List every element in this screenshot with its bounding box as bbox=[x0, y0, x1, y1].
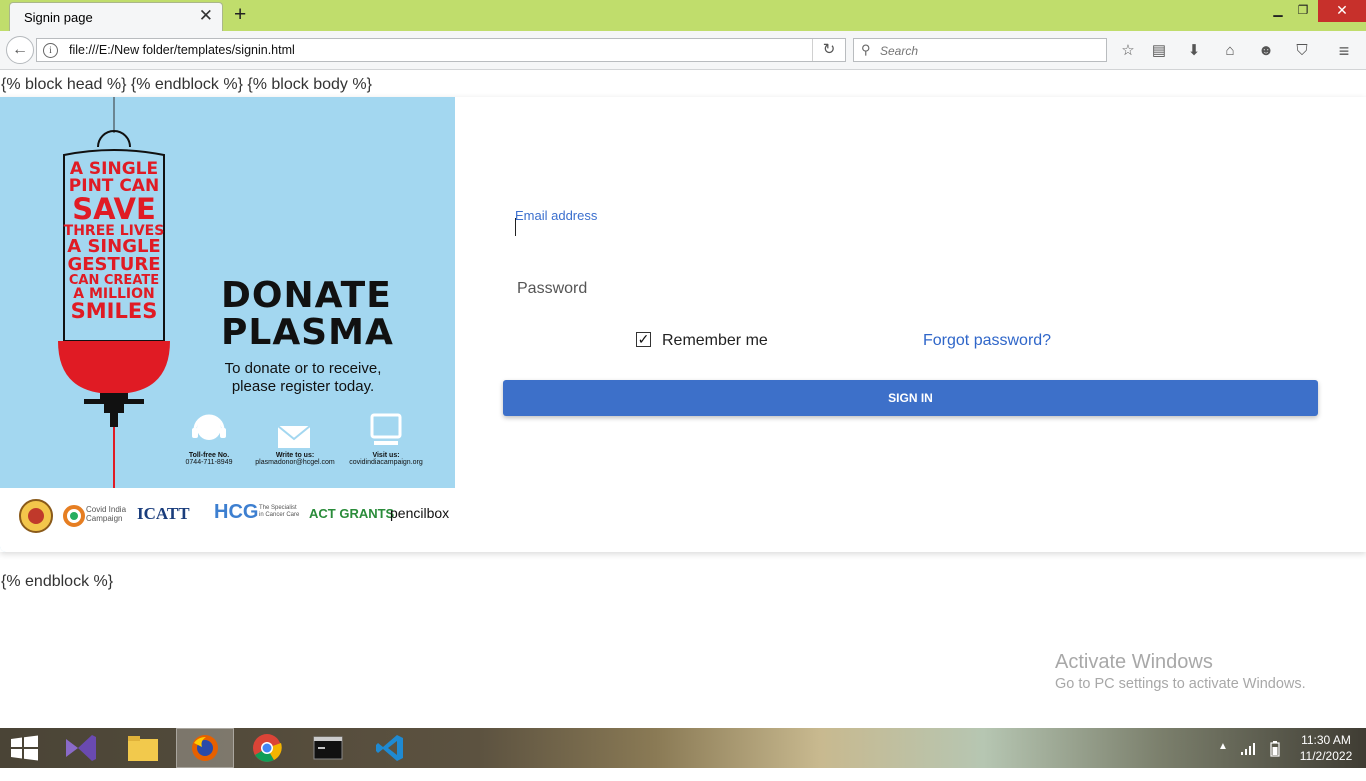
logo-act-grants: ACT GRANTS bbox=[309, 506, 395, 521]
contact-value: plasmadonor@hcgel.com bbox=[255, 459, 335, 466]
close-tab-icon[interactable]: ✕ bbox=[199, 7, 213, 24]
signin-card: A SINGLE PINT CAN SAVE THREE LIVES A SIN… bbox=[0, 97, 1366, 552]
contact-email: Write to us: plasmadonor@hcgel.com bbox=[245, 452, 345, 466]
network-signal-icon[interactable] bbox=[1240, 742, 1256, 756]
home-icon[interactable]: ⌂ bbox=[1220, 41, 1240, 61]
logo-pencilbox: pencilbox bbox=[390, 505, 450, 521]
start-button[interactable] bbox=[0, 728, 50, 768]
plasma-poster: A SINGLE PINT CAN SAVE THREE LIVES A SIN… bbox=[0, 97, 455, 552]
checkmark-icon: ✓ bbox=[637, 331, 650, 347]
windows-taskbar: ▲ 11:30 AM 11/2/2022 bbox=[0, 728, 1366, 768]
pocket-icon[interactable]: ⛉ bbox=[1292, 41, 1312, 61]
donate-title-line1: DONATE bbox=[221, 275, 392, 316]
contact-label: Visit us: bbox=[372, 452, 400, 459]
clock-time: 11:30 AM bbox=[1301, 733, 1351, 747]
template-tail-text: {% endblock %} bbox=[1, 573, 114, 590]
remember-me-label[interactable]: Remember me bbox=[662, 332, 768, 350]
contact-website: Visit us: covidindiacampaign.org bbox=[336, 452, 436, 466]
browser-tab[interactable]: Signin page ✕ bbox=[9, 2, 223, 31]
donate-subtitle-line1: To donate or to receive, bbox=[224, 360, 382, 377]
menu-icon[interactable]: ≡ bbox=[1334, 41, 1354, 61]
system-clock[interactable]: 11:30 AM 11/2/2022 bbox=[1297, 732, 1355, 764]
contact-value: covidindiacampaign.org bbox=[349, 459, 423, 466]
info-icon[interactable]: i bbox=[43, 43, 58, 58]
chat-icon[interactable]: ☻ bbox=[1256, 41, 1276, 61]
donate-title: DONATE PLASMA bbox=[221, 277, 394, 351]
back-button[interactable]: ← bbox=[6, 36, 34, 64]
contact-label: Write to us: bbox=[275, 452, 315, 459]
taskbar-file-explorer[interactable] bbox=[114, 728, 172, 768]
contact-label: Toll-free No. bbox=[188, 452, 230, 459]
terminal-icon bbox=[313, 736, 343, 760]
firefox-icon bbox=[192, 735, 218, 761]
sign-in-button[interactable]: SIGN IN bbox=[503, 380, 1318, 416]
back-arrow-icon: ← bbox=[12, 41, 28, 58]
taskbar-command-prompt[interactable] bbox=[300, 728, 358, 768]
headset-icon bbox=[192, 414, 226, 440]
slogan-line: SMILES bbox=[70, 299, 158, 323]
taskbar-vscode[interactable] bbox=[362, 728, 420, 768]
url-text[interactable]: file:///E:/New folder/templates/signin.h… bbox=[69, 43, 295, 57]
remember-me-checkbox[interactable]: ✓ bbox=[636, 332, 651, 347]
bookmark-star-icon[interactable]: ☆ bbox=[1118, 41, 1138, 61]
activate-windows-title: Activate Windows bbox=[1055, 651, 1213, 673]
vscode-icon bbox=[376, 735, 403, 761]
url-bar[interactable]: i file:///E:/New folder/templates/signin… bbox=[36, 38, 846, 62]
text-caret bbox=[515, 218, 516, 236]
donate-subtitle: To donate or to receive, please register… bbox=[212, 360, 394, 396]
restore-button[interactable]: ❐ bbox=[1293, 0, 1313, 22]
envelope-icon bbox=[277, 425, 311, 448]
browser-toolbar: ← i file:///E:/New folder/templates/sign… bbox=[0, 31, 1366, 70]
clock-date: 11/2/2022 bbox=[1299, 749, 1353, 763]
reload-icon[interactable]: ↻ bbox=[812, 39, 845, 61]
downloads-icon[interactable]: ⬇ bbox=[1184, 41, 1204, 61]
taskbar-chrome[interactable] bbox=[238, 728, 296, 768]
password-field[interactable] bbox=[515, 277, 1319, 301]
email-field[interactable] bbox=[515, 219, 1319, 241]
taskbar-visual-studio[interactable] bbox=[52, 728, 110, 768]
contact-tollfree: Toll-free No. 0744-711-8949 bbox=[159, 452, 259, 466]
contact-value: 0744-711-8949 bbox=[185, 459, 233, 466]
minimize-button[interactable]: ▁ bbox=[1268, 0, 1288, 22]
browser-titlebar: Signin page ✕ + ▁ ❐ ✕ bbox=[0, 0, 1366, 31]
donate-subtitle-line2: please register today. bbox=[231, 378, 375, 395]
logo-covid-india: Covid India Campaign bbox=[86, 505, 127, 523]
template-head-text: {% block head %} {% endblock %} {% block… bbox=[1, 76, 372, 93]
search-icon: ⚲ bbox=[861, 42, 871, 57]
covid-campaign-logo-icon bbox=[63, 505, 85, 527]
government-seal-icon bbox=[19, 499, 53, 533]
new-tab-button[interactable]: + bbox=[234, 3, 246, 27]
folder-icon bbox=[128, 736, 158, 761]
tab-title: Signin page bbox=[24, 10, 93, 25]
chrome-icon bbox=[253, 734, 282, 762]
donate-title-line2: PLASMA bbox=[221, 312, 394, 353]
logo-hcg: HCG bbox=[214, 501, 259, 523]
forgot-password-link[interactable]: Forgot password? bbox=[923, 332, 1051, 350]
activate-windows-subtitle: Go to PC settings to activate Windows. bbox=[1055, 676, 1306, 692]
visual-studio-icon bbox=[66, 735, 96, 761]
search-input[interactable] bbox=[878, 41, 1102, 61]
windows-logo-icon bbox=[11, 735, 38, 761]
show-hidden-icons-icon[interactable]: ▲ bbox=[1218, 741, 1228, 781]
computer-icon bbox=[370, 413, 402, 445]
sponsor-logos: Covid India Campaign ICATT HCG The Speci… bbox=[0, 488, 455, 552]
poster-slogan: A SINGLE PINT CAN SAVE THREE LIVES A SIN… bbox=[58, 161, 170, 322]
battery-icon[interactable] bbox=[1270, 741, 1280, 757]
bookmarks-list-icon[interactable]: ▤ bbox=[1149, 41, 1169, 61]
logo-hcg-tagline: The Specialist in Cancer Care bbox=[259, 505, 300, 518]
slogan-line: GESTURE bbox=[67, 254, 161, 275]
taskbar-firefox[interactable] bbox=[176, 728, 234, 768]
close-window-button[interactable]: ✕ bbox=[1318, 0, 1366, 22]
logo-icatt: ICATT bbox=[137, 504, 190, 523]
search-bar[interactable]: ⚲ bbox=[853, 38, 1107, 62]
slogan-line: SAVE bbox=[72, 192, 156, 226]
